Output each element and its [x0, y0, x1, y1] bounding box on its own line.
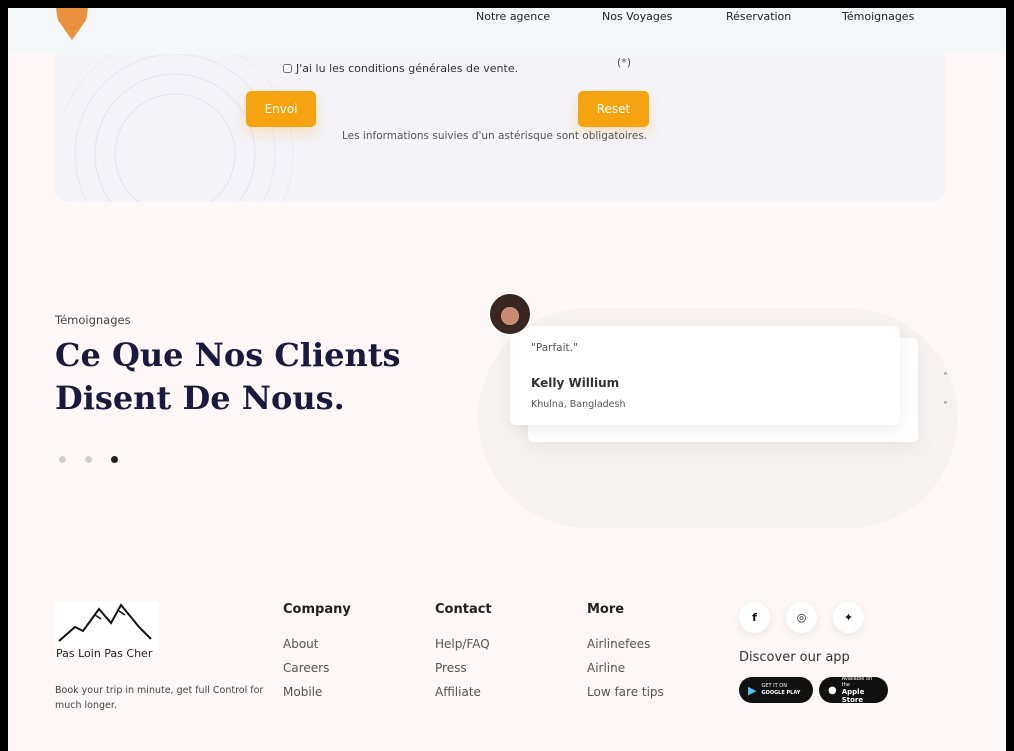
- reset-button[interactable]: Reset: [578, 91, 649, 127]
- terms-checkbox[interactable]: [283, 64, 292, 73]
- footer-link-affiliate[interactable]: Affiliate: [435, 685, 492, 699]
- nav-link-reservation[interactable]: Réservation: [726, 10, 791, 23]
- brand-logo-icon[interactable]: [56, 8, 88, 40]
- footer-link-low-fare[interactable]: Low fare tips: [587, 685, 664, 699]
- carousel-dot-1[interactable]: [59, 456, 66, 463]
- footer-col-title: Company: [283, 602, 351, 617]
- carousel-dot-2[interactable]: [85, 456, 92, 463]
- testimonials-eyebrow: Témoignages: [55, 313, 131, 327]
- nav-link-voyages[interactable]: Nos Voyages: [602, 10, 672, 23]
- chevron-down-icon[interactable]: ˅: [943, 401, 948, 412]
- carousel-dots: [59, 456, 118, 463]
- page-frame: Notre agence Nos Voyages Réservation Tém…: [8, 8, 1006, 751]
- apple-icon: ●: [828, 684, 837, 696]
- google-play-big: GOOGLE PLAY: [761, 690, 801, 696]
- footer-link-careers[interactable]: Careers: [283, 661, 351, 675]
- top-navbar: Notre agence Nos Voyages Réservation Tém…: [8, 8, 1006, 54]
- app-store-small: Available on the: [841, 676, 873, 688]
- testimonial-location: Khulna, Bangladesh: [531, 399, 626, 410]
- chevron-up-icon[interactable]: ˄: [943, 372, 948, 383]
- instagram-icon[interactable]: ◎: [786, 602, 817, 633]
- testimonial-avatar: [488, 292, 532, 336]
- app-store-big: Apple Store: [841, 688, 865, 704]
- carousel-dot-3[interactable]: [111, 456, 118, 463]
- nav-link-agence[interactable]: Notre agence: [476, 10, 550, 23]
- testimonial-card: "Parfait." Kelly Willium Khulna, Banglad…: [510, 326, 900, 425]
- footer-description: Book your trip in minute, get full Contr…: [55, 685, 264, 711]
- footer-link-about[interactable]: About: [283, 637, 351, 651]
- contact-form-panel: J'ai lu les conditions générales de vent…: [55, 54, 945, 202]
- google-play-icon: ▶: [748, 683, 757, 697]
- social-links: f ◎ ✦: [739, 602, 864, 633]
- footer-link-airline[interactable]: Airline: [587, 661, 664, 675]
- footer-logo: [55, 601, 159, 653]
- footer-link-airlinefees[interactable]: Airlinefees: [587, 637, 664, 651]
- terms-checkbox-row[interactable]: J'ai lu les conditions générales de vent…: [283, 62, 518, 75]
- required-mark: (*): [617, 56, 632, 69]
- send-button[interactable]: Envoi: [246, 91, 316, 127]
- terms-label: J'ai lu les conditions générales de vent…: [296, 62, 519, 75]
- footer-col-contact: Contact Help/FAQ Press Affiliate: [435, 602, 492, 709]
- testimonial-author: Kelly Willium: [531, 376, 620, 390]
- facebook-icon[interactable]: f: [739, 602, 770, 633]
- nav-link-temoignages[interactable]: Témoignages: [842, 10, 914, 23]
- decorative-circles: [65, 54, 294, 202]
- discover-app-label: Discover our app: [739, 650, 850, 665]
- testimonials-heading: Ce Que Nos Clients Disent De Nous.: [55, 336, 401, 417]
- footer-col-title: More: [587, 602, 625, 617]
- footer-col-more: More Airlinefees Airline Low fare tips: [587, 602, 664, 709]
- google-play-button[interactable]: ▶ GET IT ON GOOGLE PLAY: [739, 677, 813, 703]
- footer-col-title: Contact: [435, 602, 492, 617]
- mountain-logo-icon: [58, 603, 152, 642]
- footer-brand-name: Pas Loin Pas Cher: [56, 647, 153, 660]
- testimonial-quote: "Parfait.": [531, 342, 578, 354]
- footer-link-mobile[interactable]: Mobile: [283, 685, 351, 699]
- required-fields-note: Les informations suivies d'un astérisque…: [342, 130, 648, 142]
- app-store-button[interactable]: ● Available on the Apple Store: [819, 676, 888, 704]
- footer-link-help[interactable]: Help/FAQ: [435, 637, 492, 651]
- footer-col-company: Company About Careers Mobile: [283, 602, 351, 709]
- footer-link-press[interactable]: Press: [435, 661, 492, 675]
- twitter-icon[interactable]: ✦: [833, 602, 864, 633]
